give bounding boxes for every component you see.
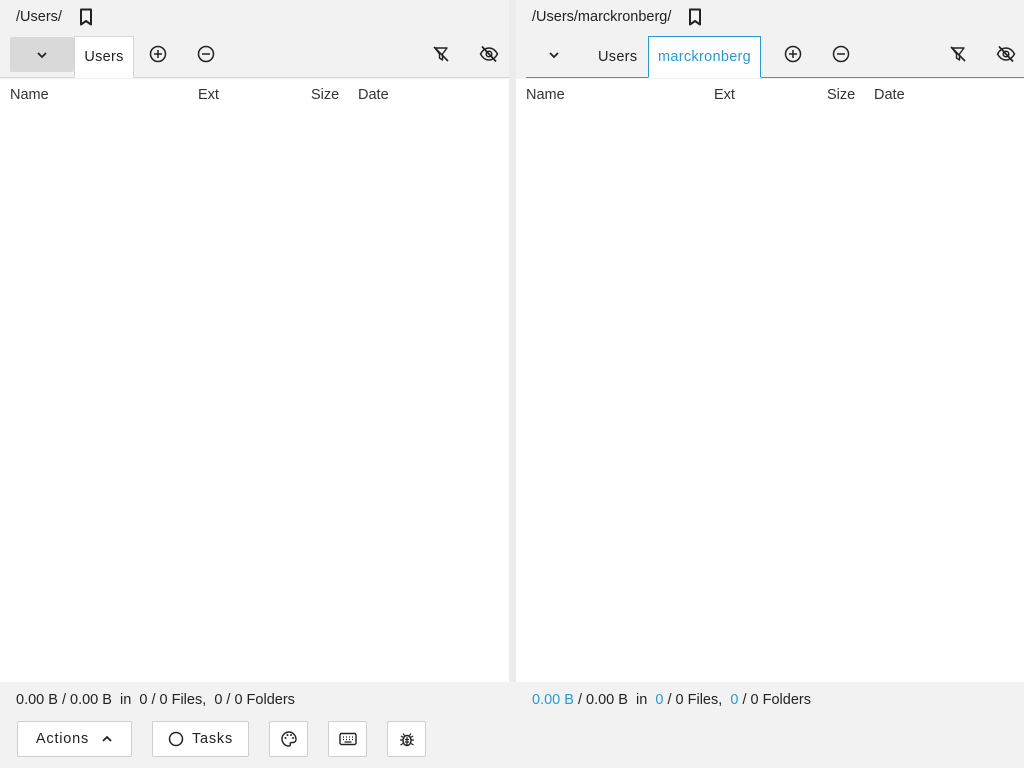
keyboard-shortcuts-button[interactable] [328, 721, 367, 757]
debug-button[interactable] [387, 721, 426, 757]
pane-divider[interactable] [509, 0, 516, 682]
bookmark-icon[interactable] [78, 7, 94, 27]
eye-off-icon [996, 45, 1016, 68]
filter-off-icon [949, 45, 967, 68]
bookmark-icon[interactable] [687, 7, 703, 27]
tab-dropdown-button[interactable] [10, 37, 74, 72]
right-files-selected: 0 [655, 692, 664, 708]
toggle-hidden-button[interactable] [992, 42, 1020, 70]
left-files-count: 0 / 0 Files, [139, 692, 207, 708]
add-tab-button[interactable] [779, 42, 807, 70]
right-path: /Users/marckronberg/ [532, 9, 672, 25]
left-pane: /Users/ Users Name Ext Size Date [0, 0, 509, 682]
column-header-size[interactable]: Size [311, 87, 339, 103]
left-folders-count: 0 / 0 Folders [214, 692, 295, 708]
remove-tab-button[interactable] [192, 42, 220, 70]
left-selected-size: 0.00 B [16, 692, 58, 708]
right-file-list[interactable]: Name Ext Size Date [516, 79, 1024, 682]
clear-filter-button[interactable] [944, 42, 972, 70]
actions-label: Actions [35, 731, 90, 747]
plus-circle-icon [149, 45, 167, 68]
left-status-line: 0.00 B / 0.00 B in 0 / 0 Files, 0 / 0 Fo… [16, 692, 295, 708]
left-path-row: /Users/ [0, 0, 509, 34]
clear-filter-button[interactable] [427, 42, 455, 70]
right-folders-total: 0 Folders [750, 692, 811, 708]
right-status-line: 0.00 B / 0.00 B in 0 / 0 Files, 0 / 0 Fo… [532, 692, 811, 708]
right-selected-size: 0.00 B [532, 692, 574, 708]
chevron-up-icon [101, 735, 113, 743]
tab-dropdown-button[interactable] [526, 37, 582, 72]
column-header-ext[interactable]: Ext [198, 87, 219, 103]
right-pane: /Users/marckronberg/ Users marckronberg [516, 0, 1024, 682]
palette-icon [280, 730, 298, 748]
theme-button[interactable] [269, 721, 308, 757]
tab-users[interactable]: Users [74, 36, 134, 78]
circle-icon [168, 731, 184, 747]
column-header-size[interactable]: Size [827, 87, 855, 103]
right-tabbar: Users marckronberg [526, 36, 1024, 78]
right-folders-selected: 0 [730, 692, 739, 708]
keyboard-icon [338, 732, 357, 746]
right-status-in: in [636, 692, 648, 708]
tasks-label: Tasks [191, 731, 234, 747]
minus-circle-icon [832, 45, 850, 68]
add-tab-button[interactable] [144, 42, 172, 70]
tab-marckronberg[interactable]: marckronberg [648, 36, 762, 78]
left-total-size: 0.00 B [70, 692, 112, 708]
actions-button[interactable]: Actions [17, 721, 132, 757]
left-path: /Users/ [16, 9, 62, 25]
left-tabbar: Users [0, 36, 509, 78]
minus-circle-icon [197, 45, 215, 68]
column-header-date[interactable]: Date [358, 87, 389, 103]
left-file-list[interactable]: Name Ext Size Date [0, 79, 509, 682]
left-status-in: in [120, 692, 132, 708]
chevron-down-icon [548, 46, 560, 64]
column-header-name[interactable]: Name [526, 87, 565, 103]
right-files-total: 0 Files, [675, 692, 723, 708]
column-header-name[interactable]: Name [10, 87, 49, 103]
right-total-size: 0.00 B [586, 692, 628, 708]
tab-users[interactable]: Users [589, 36, 646, 78]
plus-circle-icon [784, 45, 802, 68]
right-path-row: /Users/marckronberg/ [516, 0, 1024, 34]
chevron-down-icon [36, 46, 48, 64]
tasks-button[interactable]: Tasks [152, 721, 249, 757]
bug-icon [399, 730, 415, 748]
filter-off-icon [432, 45, 450, 68]
bottom-toolbar: Actions Tasks [0, 721, 1024, 757]
column-header-ext[interactable]: Ext [714, 87, 735, 103]
eye-off-icon [479, 45, 499, 68]
remove-tab-button[interactable] [827, 42, 855, 70]
column-header-date[interactable]: Date [874, 87, 905, 103]
toggle-hidden-button[interactable] [475, 42, 503, 70]
